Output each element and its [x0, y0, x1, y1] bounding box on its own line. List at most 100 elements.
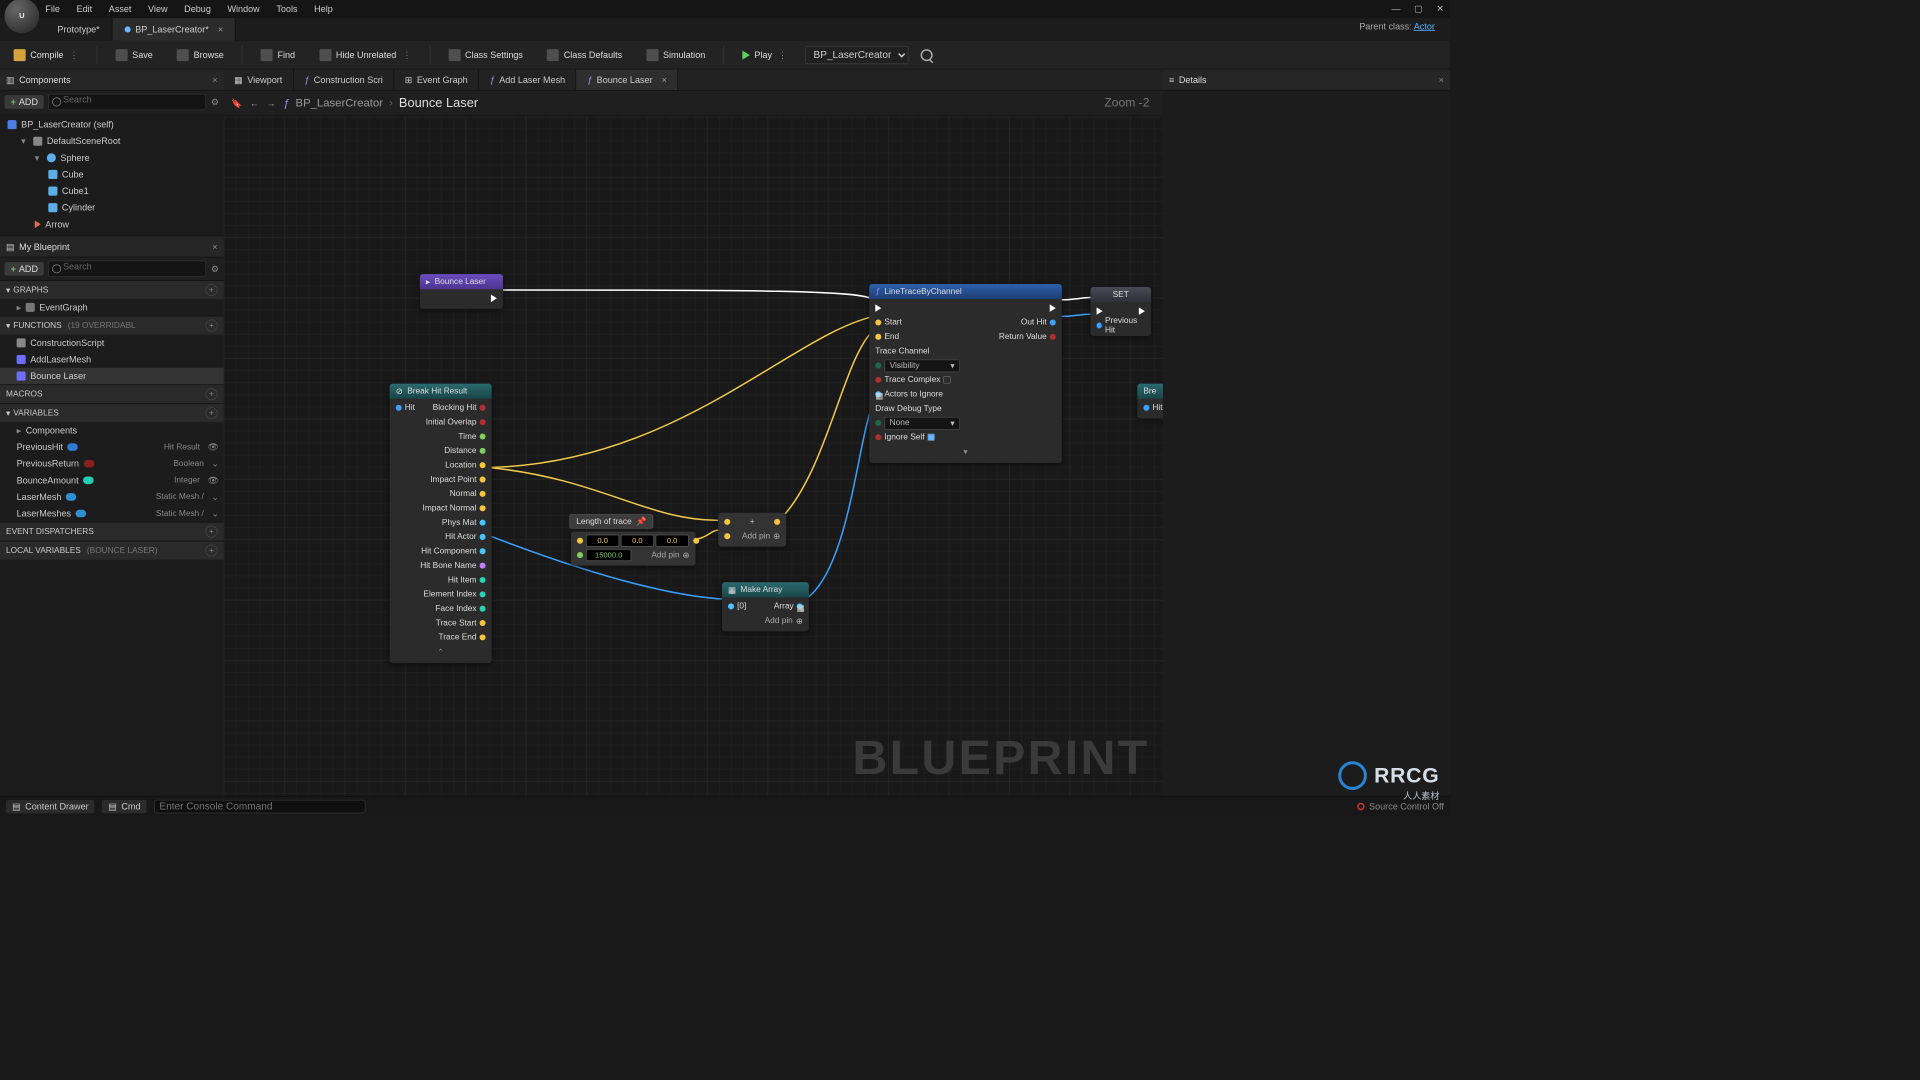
menu-asset[interactable]: Asset: [109, 4, 132, 15]
pin-icon[interactable]: [480, 577, 486, 583]
expand-caret-icon[interactable]: ▾: [875, 446, 1055, 459]
tree-row-default-scene-root[interactable]: ▾DefaultSceneRoot: [0, 133, 224, 150]
pin-icon[interactable]: [1050, 319, 1056, 325]
chevron-icon[interactable]: ⌄: [211, 492, 219, 503]
browse-button[interactable]: Browse: [171, 46, 230, 64]
add-pin-button[interactable]: Add pin⊕: [651, 550, 689, 560]
find-button[interactable]: Find: [255, 46, 301, 64]
tab-prototype[interactable]: Prototype*: [45, 18, 112, 41]
component-search-input[interactable]: Search: [49, 94, 207, 111]
pin-icon[interactable]: [577, 552, 583, 558]
pin-icon[interactable]: [577, 538, 583, 544]
pin-icon[interactable]: [875, 319, 881, 325]
tab-construction-script[interactable]: ƒConstruction Scri: [294, 69, 394, 89]
node-function-entry[interactable]: ▸Bounce Laser: [420, 274, 503, 309]
pin-icon[interactable]: [480, 534, 486, 540]
pin-icon[interactable]: [480, 405, 486, 411]
source-control-status[interactable]: Source Control Off: [1357, 801, 1444, 812]
tab-viewport[interactable]: ▦Viewport: [224, 69, 294, 89]
class-defaults-button[interactable]: Class Defaults: [541, 46, 628, 64]
event-dispatchers-header[interactable]: EVENT DISPATCHERS+: [0, 523, 224, 541]
compile-button[interactable]: Compile⋮: [8, 46, 85, 64]
panel-close-icon[interactable]: ×: [212, 241, 217, 252]
tab-bounce-laser[interactable]: ƒBounce Laser×: [577, 69, 679, 89]
variables-components-group[interactable]: ▸Components: [0, 422, 224, 439]
variable-previous-hit[interactable]: PreviousHitHit Result👁: [0, 439, 224, 456]
menu-help[interactable]: Help: [314, 4, 333, 15]
add-icon[interactable]: +: [205, 284, 217, 296]
add-blueprint-button[interactable]: ADD: [5, 262, 45, 276]
search-icon[interactable]: [921, 49, 933, 61]
tree-row-sphere[interactable]: ▾Sphere: [0, 150, 224, 167]
enum-pin-icon[interactable]: [875, 420, 881, 426]
pin-icon[interactable]: [480, 606, 486, 612]
macros-section-header[interactable]: MACROS+: [0, 385, 224, 403]
local-variables-header[interactable]: LOCAL VARIABLES(BOUNCE LASER)+: [0, 541, 224, 559]
console-command-input[interactable]: [154, 799, 365, 813]
pin-icon[interactable]: [480, 477, 486, 483]
variable-bounce-amount[interactable]: BounceAmountInteger👁: [0, 472, 224, 489]
pin-icon[interactable]: [1143, 405, 1149, 411]
pin-icon[interactable]: [774, 519, 780, 525]
tree-row-arrow[interactable]: Arrow: [0, 216, 224, 233]
cmd-button[interactable]: ▤Cmd: [102, 799, 146, 813]
pin-icon[interactable]: [875, 434, 881, 440]
chevron-icon[interactable]: ⌄: [211, 458, 219, 469]
expand-caret-icon[interactable]: ⌃: [396, 646, 486, 659]
tab-event-graph[interactable]: ⊞Event Graph: [394, 69, 479, 89]
menu-file[interactable]: File: [45, 4, 60, 15]
tree-row-cube1[interactable]: Cube1: [0, 183, 224, 200]
float-field[interactable]: [586, 549, 631, 561]
ue-logo[interactable]: U: [5, 0, 40, 33]
breadcrumb-parent[interactable]: BP_LaserCreator: [296, 97, 384, 110]
node-set[interactable]: SET Previous Hit: [1091, 287, 1151, 336]
variable-laser-meshes[interactable]: LaserMeshesStatic Mesh /⌄: [0, 505, 224, 522]
vec-y-field[interactable]: [621, 535, 654, 547]
graphs-section-header[interactable]: ▾GRAPHS+: [0, 281, 224, 299]
pin-icon[interactable]: [480, 520, 486, 526]
play-button[interactable]: Play⋮: [736, 46, 793, 63]
node-multiply[interactable]: Add pin⊕: [571, 532, 696, 566]
node-break-hit-result[interactable]: ⊘Break Hit Result HitBlocking Hit Initia…: [390, 384, 492, 663]
blueprint-search-input[interactable]: Search: [49, 261, 207, 278]
function-bounce-laser[interactable]: Bounce Laser: [0, 368, 224, 385]
menu-debug[interactable]: Debug: [184, 4, 211, 15]
add-pin-button[interactable]: Add pin⊕: [765, 616, 803, 626]
menu-edit[interactable]: Edit: [77, 4, 93, 15]
add-icon[interactable]: +: [205, 319, 217, 331]
chevron-icon[interactable]: ⌄: [211, 508, 219, 519]
menu-tools[interactable]: Tools: [276, 4, 297, 15]
comment-length-of-trace[interactable]: Length of trace 📌: [569, 514, 653, 528]
bookmark-icon[interactable]: 🔖: [231, 98, 242, 109]
pin-icon[interactable]: [1050, 334, 1056, 340]
pin-icon[interactable]: [875, 334, 881, 340]
functions-section-header[interactable]: ▾FUNCTIONS(19 OVERRIDABL+: [0, 316, 224, 334]
tree-row-bp-root[interactable]: BP_LaserCreator (self): [0, 116, 224, 133]
add-icon[interactable]: +: [205, 544, 217, 556]
close-icon[interactable]: ✕: [1436, 3, 1444, 14]
checkbox[interactable]: [943, 376, 951, 384]
pin-icon[interactable]: [480, 433, 486, 439]
add-icon[interactable]: +: [205, 407, 217, 419]
pin-icon[interactable]: [480, 620, 486, 626]
nav-forward-icon[interactable]: →: [267, 98, 276, 109]
function-add-laser-mesh[interactable]: AddLaserMesh: [0, 351, 224, 368]
tab-close-icon[interactable]: ×: [218, 18, 223, 41]
vec-x-field[interactable]: [586, 535, 619, 547]
exec-pin-icon[interactable]: [1097, 307, 1103, 315]
pin-icon[interactable]: [480, 591, 486, 597]
minimize-icon[interactable]: —: [1392, 3, 1401, 14]
checkbox[interactable]: [928, 433, 936, 441]
variable-previous-return[interactable]: PreviousReturnBoolean⌄: [0, 455, 224, 472]
pin-icon[interactable]: [480, 505, 486, 511]
save-button[interactable]: Save: [110, 46, 159, 64]
menu-window[interactable]: Window: [227, 4, 259, 15]
pin-icon[interactable]: [693, 538, 699, 544]
exec-pin-icon[interactable]: [491, 295, 497, 303]
pin-icon[interactable]: [1097, 322, 1102, 328]
pin-icon[interactable]: [480, 548, 486, 554]
function-construction-script[interactable]: ConstructionScript: [0, 335, 224, 352]
vector-input[interactable]: [586, 535, 689, 547]
eye-icon[interactable]: 👁: [208, 442, 220, 453]
pin-icon[interactable]: [480, 563, 486, 569]
